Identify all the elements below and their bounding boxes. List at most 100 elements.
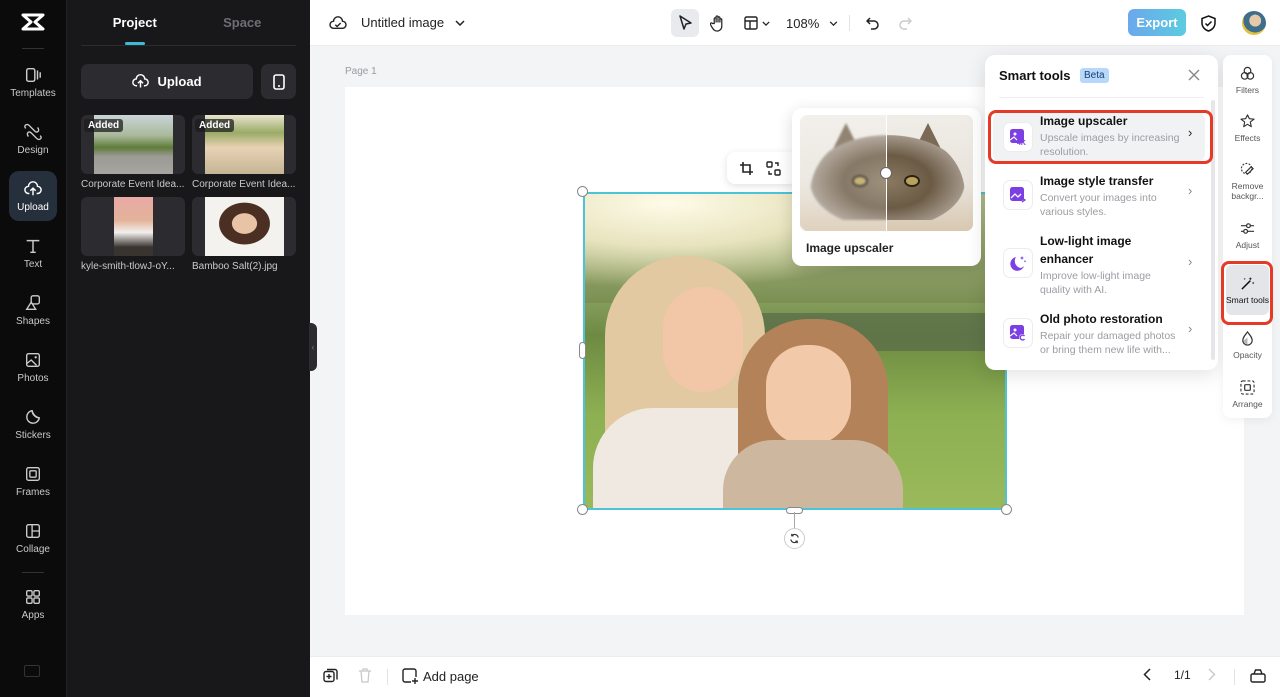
tool-effects[interactable]: Effects (1226, 114, 1269, 143)
scrollbar[interactable] (1211, 100, 1215, 360)
magic-wand-icon (1241, 276, 1255, 290)
tab-space[interactable]: Space (189, 0, 297, 45)
page-manager-button[interactable] (1250, 668, 1266, 683)
smart-tool-image-upscaler[interactable]: 4K Image upscaler Upscale images by incr… (993, 112, 1205, 162)
page-label: Page 1 (345, 66, 377, 77)
document-title[interactable]: Untitled image (361, 15, 444, 30)
rail-item-text[interactable]: Text (9, 228, 57, 278)
apps-icon (26, 589, 40, 604)
asset-item[interactable]: Bamboo Salt(2).jpg (192, 197, 296, 272)
rail-item-apps[interactable]: Apps (9, 579, 57, 629)
capcut-logo[interactable] (0, 0, 66, 44)
upload-label: Upload (157, 74, 202, 89)
rail-item-design[interactable]: Design (9, 114, 57, 164)
chevron-down-icon[interactable] (452, 14, 468, 32)
tool-label: Adjust (1235, 240, 1260, 250)
chevron-down-icon (829, 20, 838, 26)
svg-text:4K: 4K (1017, 140, 1026, 146)
rail-label: Collage (16, 543, 50, 555)
collapse-panel-handle[interactable]: ‹ (309, 323, 317, 371)
cursor-icon (679, 15, 692, 30)
asset-item[interactable]: Added Corporate Event Idea... (81, 115, 185, 190)
rail-item-photos[interactable]: Photos (9, 342, 57, 392)
asset-thumbnail: Added (192, 115, 296, 174)
hand-tool-button[interactable] (706, 9, 730, 37)
replace-icon[interactable] (766, 160, 781, 176)
tool-name: Low-light image enhancer (1040, 234, 1132, 266)
zoom-dropdown[interactable]: 108% (786, 14, 838, 32)
asset-thumbnail: Added (81, 115, 185, 174)
redo-button[interactable] (895, 13, 915, 33)
user-avatar[interactable] (1242, 11, 1266, 35)
add-page-button[interactable]: Add page (402, 668, 479, 684)
compare-slider-handle[interactable] (880, 167, 892, 179)
chevron-right-icon (1208, 668, 1216, 681)
chevron-left-icon (1143, 668, 1151, 681)
rotate-connector (794, 512, 795, 528)
smart-tool-old-photo-restoration[interactable]: Old photo restoration Repair your damage… (993, 310, 1205, 360)
asset-thumbnail (81, 197, 185, 256)
tool-opacity[interactable]: Opacity (1226, 331, 1269, 360)
resize-handle-left[interactable] (579, 342, 586, 359)
tool-preview-card: Image upscaler (792, 108, 981, 266)
crop-icon[interactable] (739, 161, 754, 176)
right-tool-rail: Filters Effects Remove backgr... Adjust … (1223, 55, 1272, 418)
select-tool-button[interactable] (671, 9, 699, 37)
resize-handle-bottom-right[interactable] (1001, 504, 1012, 515)
divider (1234, 669, 1235, 685)
asset-item[interactable]: Added Corporate Event Idea... (192, 115, 296, 190)
duplicate-page-button[interactable] (323, 668, 338, 683)
next-page-button[interactable] (1208, 668, 1216, 681)
tool-arrange[interactable]: Arrange (1226, 380, 1269, 409)
tool-remove-background[interactable]: Remove backgr... (1226, 162, 1269, 201)
keyboard-shortcuts-icon[interactable] (24, 665, 40, 677)
resize-handle-top-left[interactable] (577, 186, 588, 197)
export-button[interactable]: Export (1128, 9, 1186, 36)
undo-icon (866, 17, 879, 30)
rail-item-stickers[interactable]: Stickers (9, 399, 57, 449)
bottom-bar: Add page 1/1 (310, 656, 1280, 697)
asset-item[interactable]: kyle-smith-tlowJ-oY... (81, 197, 185, 272)
close-button[interactable] (1188, 68, 1202, 82)
rail-label: Apps (21, 609, 45, 621)
smart-tool-image-style-transfer[interactable]: Image style transfer Convert your images… (993, 172, 1205, 222)
beta-badge: Beta (1080, 68, 1109, 83)
tool-smart-tools[interactable]: Smart tools (1226, 265, 1269, 315)
smart-tool-low-light-enhancer[interactable]: Low-light image enhancer Improve low-lig… (993, 232, 1205, 300)
resize-handle-bottom-left[interactable] (577, 504, 588, 515)
divider (999, 97, 1204, 98)
asset-name: Corporate Event Idea... (192, 179, 296, 190)
rail-item-collage[interactable]: Collage (9, 513, 57, 563)
delete-page-button[interactable] (358, 668, 372, 683)
effects-icon (1240, 114, 1255, 128)
upload-row: Upload (81, 64, 296, 99)
remove-background-icon (1240, 162, 1254, 175)
rail-item-frames[interactable]: Frames (9, 456, 57, 506)
app-root: Templates Design Upload Text Shapes Phot… (0, 0, 1280, 697)
undo-button[interactable] (863, 13, 883, 33)
rail-label: Templates (10, 87, 56, 99)
upscale-4k-icon: 4K (1003, 122, 1033, 152)
upload-from-phone-button[interactable] (261, 64, 296, 99)
tool-filters[interactable]: Filters (1226, 66, 1269, 95)
upload-button[interactable]: Upload (81, 64, 253, 99)
layout-dropdown[interactable] (740, 9, 774, 37)
arrange-icon (1240, 380, 1255, 395)
chevron-right-icon: › (1188, 254, 1193, 269)
phone-icon (272, 73, 285, 90)
tab-project[interactable]: Project (81, 0, 189, 45)
tool-name: Old photo restoration (1040, 312, 1163, 326)
tool-adjust[interactable]: Adjust (1226, 221, 1269, 250)
rotate-handle[interactable] (784, 528, 805, 549)
tool-label: Remove backgr... (1231, 181, 1264, 201)
security-shield-button[interactable] (1198, 13, 1218, 33)
cloud-saved-icon[interactable] (328, 13, 348, 33)
text-icon (26, 239, 40, 253)
previous-page-button[interactable] (1143, 668, 1151, 681)
rail-item-templates[interactable]: Templates (9, 57, 57, 107)
preview-image (800, 115, 973, 231)
rail-item-shapes[interactable]: Shapes (9, 285, 57, 335)
rail-item-upload[interactable]: Upload (9, 171, 57, 221)
upload-cloud-icon (24, 180, 42, 195)
add-page-icon (402, 668, 418, 684)
